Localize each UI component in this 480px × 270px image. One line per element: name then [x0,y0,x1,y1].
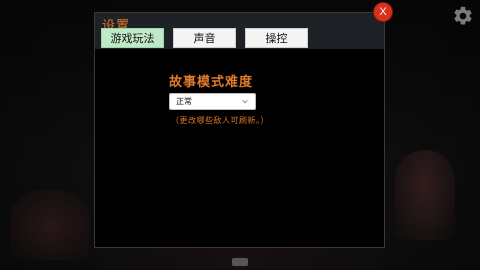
tab-gameplay[interactable]: 游戏玩法 [101,28,164,48]
background-decor-right [395,150,455,240]
tab-controls[interactable]: 操控 [245,28,308,48]
difficulty-select-value: 正常 [176,97,192,106]
tab-sound[interactable]: 声音 [173,28,236,48]
settings-dialog: 设置 游戏玩法 声音 操控 故事模式难度 正常 （更改哪些敌人可刷新。） [94,12,385,248]
game-screen: 设置 游戏玩法 声音 操控 故事模式难度 正常 （更改哪些敌人可刷新。） X [0,0,480,270]
close-icon: X [379,6,387,18]
close-button[interactable]: X [374,3,392,21]
bottom-handle [232,258,248,266]
difficulty-hint: （更改哪些敌人可刷新。） [171,116,269,125]
difficulty-select[interactable]: 正常 [169,93,256,110]
story-difficulty-heading: 故事模式难度 [169,75,254,90]
gear-icon[interactable] [452,5,474,27]
chevron-down-icon [241,94,249,109]
background-decor-left [10,190,90,260]
dialog-header: 设置 游戏玩法 声音 操控 [95,13,384,49]
